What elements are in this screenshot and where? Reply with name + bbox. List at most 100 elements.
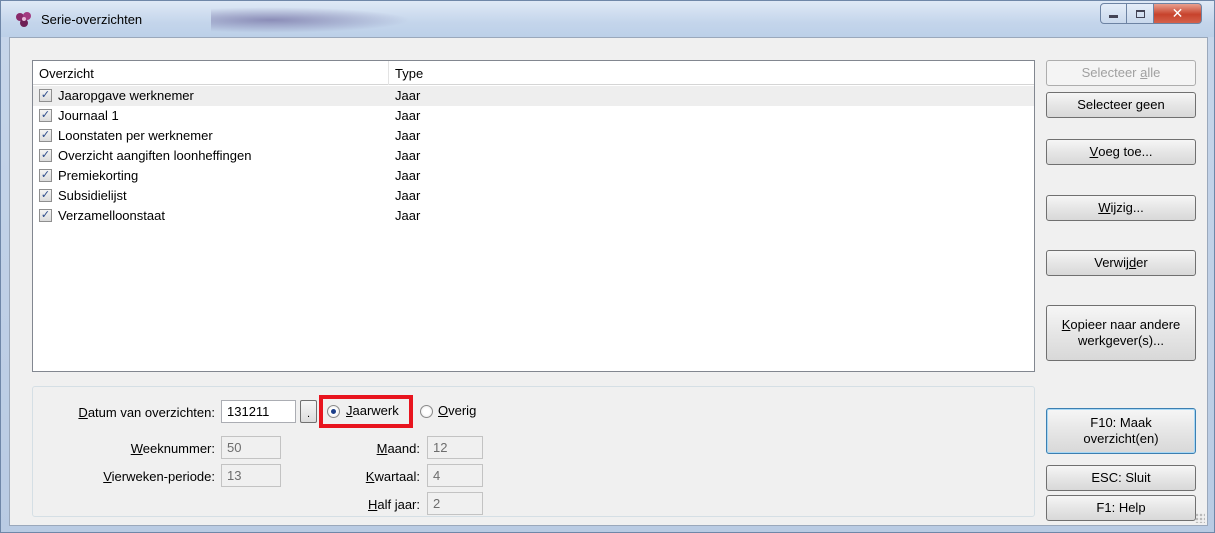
list-item-type: Jaar [395,128,421,143]
month-label: Maand: [310,441,420,456]
select-all-button[interactable]: Selecteer a lle [1046,60,1196,86]
list-item-type: Jaar [395,148,421,163]
month-field: 12 [427,436,483,459]
list-item[interactable]: ✓ Overzicht aangiften loonheffingen Jaar [33,146,1034,166]
dialog-client-area: Overzicht Type ✓ Jaaropgave werknemer Ja… [9,37,1208,526]
label-text: verig [448,403,477,418]
main-window: Serie-overzichten ✕ Overzicht Type ✓ Jaa… [0,0,1215,533]
remove-button[interactable]: Verwij d er [1046,250,1196,276]
checkbox[interactable]: ✓ [39,149,52,162]
column-header-type[interactable]: Type [395,66,423,81]
list-item-type: Jaar [395,168,421,183]
label-text: eeknummer: [142,441,215,456]
minimize-icon [1109,15,1118,18]
make-overview-button[interactable]: F10: Maak overzicht(en) [1046,408,1196,454]
checkbox[interactable]: ✓ [39,169,52,182]
label-accel: D [78,405,88,420]
edit-button[interactable]: Wijzig... [1046,195,1196,221]
button-label-line: Kopieer naar andere [1062,317,1181,333]
label-text: ierweken-periode: [111,469,215,484]
button-label-accel: g [1135,97,1144,112]
button-label: opieer naar andere [1070,317,1181,332]
list-item[interactable]: ✓ Premiekorting Jaar [33,166,1034,186]
list-item-type: Jaar [395,208,421,223]
title-bar[interactable]: Serie-overzichten ✕ [1,1,1214,37]
button-label: ESC: Sluit [1091,470,1151,485]
half-year-field: 2 [427,492,483,515]
column-separator[interactable] [388,61,389,85]
resize-grip[interactable] [1195,513,1205,523]
list-item[interactable]: ✓ Journaal 1 Jaar [33,106,1034,126]
button-label-accel: V [1089,144,1099,159]
close-icon: ✕ [1171,5,1184,21]
four-week-period-field: 13 [221,464,281,487]
checkbox[interactable]: ✓ [39,209,52,222]
button-label: Verwij [1094,255,1129,270]
checkbox[interactable]: ✓ [39,189,52,202]
label-accel: M [376,441,388,456]
list-item-type: Jaar [395,108,421,123]
overig-radio-label[interactable]: Overig [438,403,476,418]
copy-to-employers-button[interactable]: Kopieer naar andere werkgever(s)... [1046,305,1196,361]
list-item[interactable]: ✓ Subsidielijst Jaar [33,186,1034,206]
close-dialog-button[interactable]: ESC: Sluit [1046,465,1196,491]
maximize-icon [1135,9,1145,18]
list-item-name: Overzicht aangiften loonheffingen [58,148,252,163]
button-label: werkgever(s)... [1078,333,1164,348]
button-label: overzicht(en) [1083,431,1159,446]
label-text: alf jaar: [377,497,420,512]
select-none-button[interactable]: Selecteer g een [1046,92,1196,118]
list-item[interactable]: ✓ Jaaropgave werknemer Jaar [33,86,1034,106]
button-label: F10: Maak [1090,415,1152,430]
add-button[interactable]: Voeg toe... [1046,139,1196,165]
checkbox[interactable]: ✓ [39,109,52,122]
button-label: oeg toe... [1098,144,1153,159]
button-label: een [1143,97,1165,112]
list-item-name: Journaal 1 [58,108,119,123]
list-item-name: Verzamelloonstaat [58,208,165,223]
button-label-accel: d [1128,255,1137,270]
window-controls: ✕ [1100,3,1202,25]
button-label: lle [1147,65,1161,80]
jaarwerk-highlight-box [319,395,413,428]
button-label-accel: W [1098,200,1111,215]
maximize-button[interactable] [1127,3,1154,24]
date-input[interactable]: 131211 [221,400,296,423]
window-title: Serie-overzichten [41,12,143,27]
label-accel: V [103,469,112,484]
label-text: atum van overzichten: [87,405,215,420]
four-week-period-label: Vierweken-periode: [50,469,215,484]
list-item[interactable]: ✓ Verzamelloonstaat Jaar [33,206,1034,226]
button-label: ijzig... [1110,200,1144,215]
label-accel: O [438,403,449,418]
minimize-button[interactable] [1100,3,1127,24]
week-number-field: 50 [221,436,281,459]
button-label: Selecteer [1081,65,1141,80]
label-text: aand: [387,441,420,456]
list-item-type: Jaar [395,188,421,203]
quarter-field: 4 [427,464,483,487]
list-item-name: Loonstaten per werknemer [58,128,213,143]
label-accel: W [130,441,143,456]
overview-list[interactable]: Overzicht Type ✓ Jaaropgave werknemer Ja… [32,60,1035,372]
button-label-accel: a [1140,65,1148,80]
column-header-overzicht[interactable]: Overzicht [39,66,94,81]
label-text: wartaal: [374,469,420,484]
list-item-type: Jaar [395,88,421,103]
list-item[interactable]: ✓ Loonstaten per werknemer Jaar [33,126,1034,146]
button-label: er [1136,255,1148,270]
title-bar-blur [211,7,411,33]
list-item-name: Jaaropgave werknemer [58,88,194,103]
checkbox[interactable]: ✓ [39,89,52,102]
list-item-name: Premiekorting [58,168,139,183]
checkbox[interactable]: ✓ [39,129,52,142]
quarter-label: Kwartaal: [310,469,420,484]
date-picker-button[interactable]: . [300,400,317,423]
week-label: Weeknummer: [50,441,215,456]
overig-radio[interactable] [420,405,433,418]
button-label: F1: Help [1096,500,1146,515]
half-year-label: Half jaar: [310,497,420,512]
close-button[interactable]: ✕ [1154,3,1202,24]
date-label: Datum van overzichten: [50,405,215,420]
help-button[interactable]: F1: Help [1046,495,1196,521]
